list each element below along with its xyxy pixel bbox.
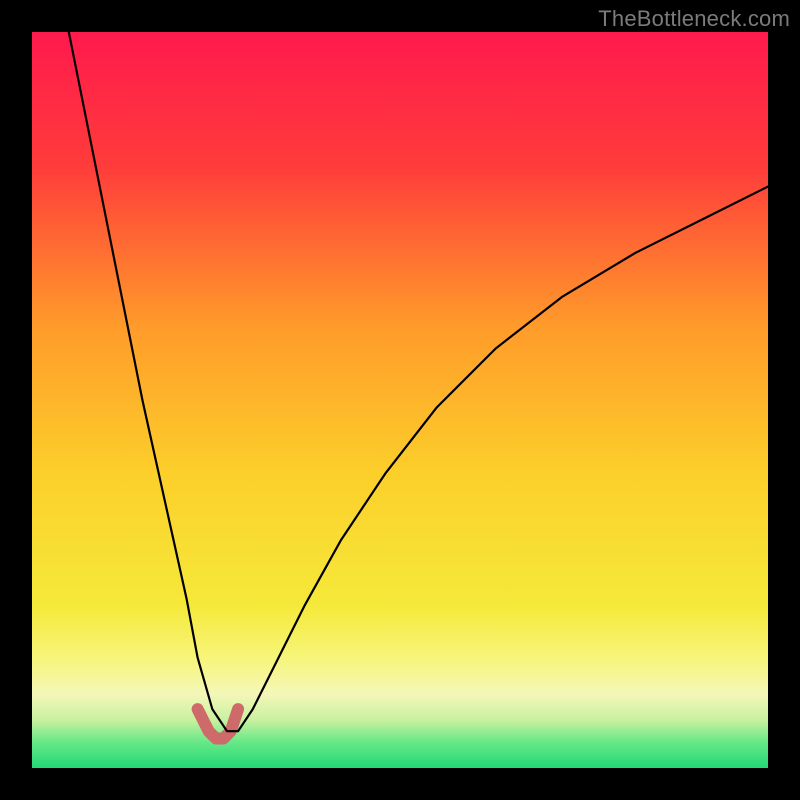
- bottleneck-curve-line: [69, 32, 768, 731]
- curve-layer: [32, 32, 768, 768]
- plot-area: [32, 32, 768, 768]
- optimal-band-line: [198, 709, 238, 738]
- watermark-text: TheBottleneck.com: [598, 6, 790, 32]
- chart-frame: TheBottleneck.com: [0, 0, 800, 800]
